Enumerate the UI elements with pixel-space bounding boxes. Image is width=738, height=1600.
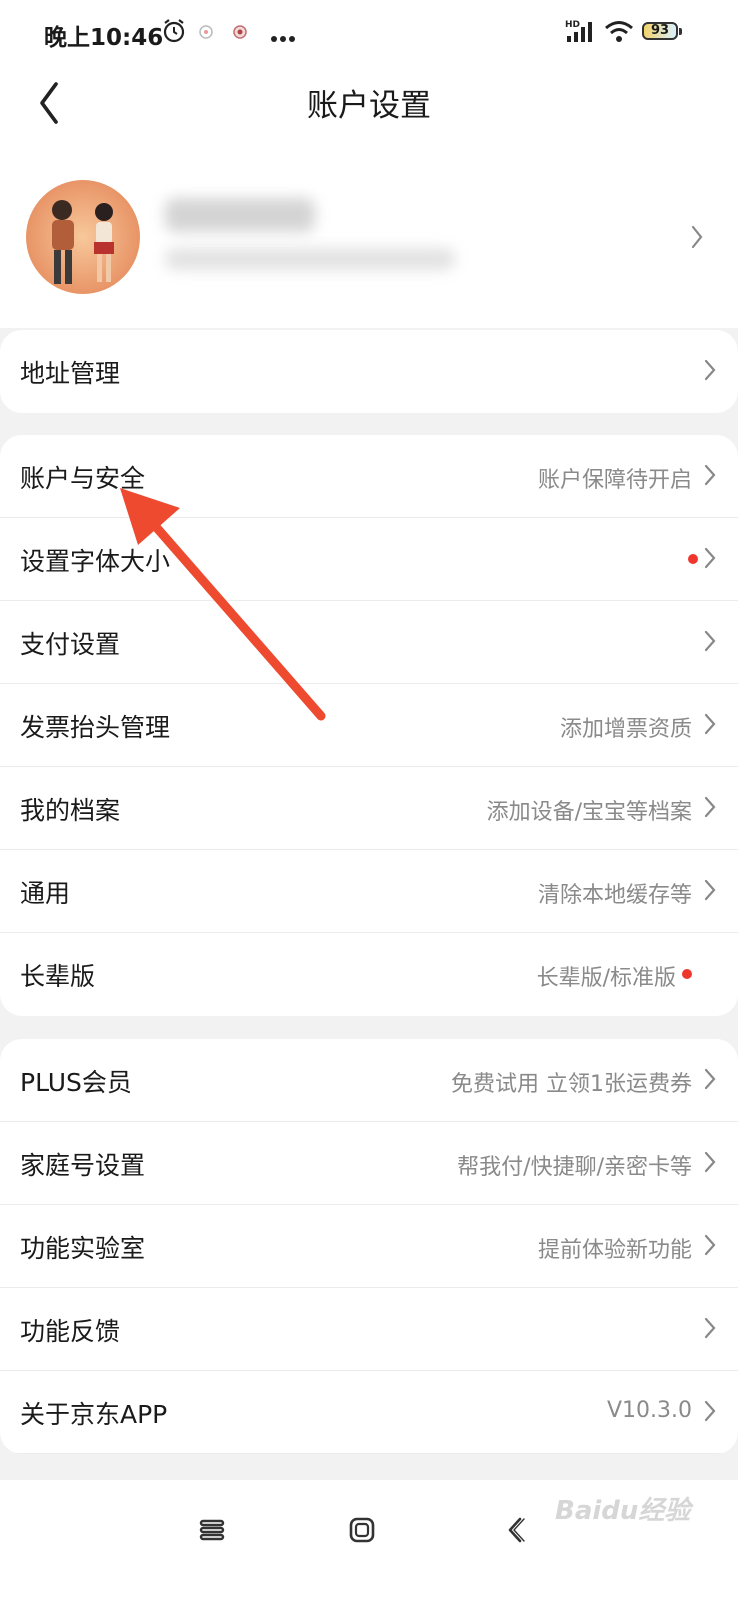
settings-group-1: 地址管理 — [0, 330, 738, 413]
row-value: 提前体验新功能 — [537, 1238, 692, 1263]
watermark: Baidu经验 — [555, 1496, 691, 1526]
blurred-username — [165, 198, 315, 232]
chevron-right-icon — [704, 712, 716, 736]
more-dots-icon — [270, 28, 296, 47]
chevron-right-icon — [704, 463, 716, 487]
chevron-right-icon — [704, 1067, 716, 1091]
chevron-right-icon — [704, 358, 716, 382]
avatar[interactable] — [26, 180, 140, 294]
battery-icon: 93 — [642, 22, 682, 40]
chevron-right-icon — [704, 1399, 716, 1423]
status-bar: 晚上10:46 HD 93 — [0, 0, 738, 66]
row-my-profile[interactable]: 我的档案 添加设备/宝宝等档案 — [0, 767, 738, 850]
profile-card[interactable] — [0, 156, 738, 328]
row-value: 添加增票资质 — [559, 717, 692, 742]
chevron-right-icon — [704, 1316, 716, 1340]
blurred-account-info — [165, 248, 455, 270]
row-label: 通用 — [20, 879, 71, 908]
row-family-account[interactable]: 家庭号设置 帮我付/快捷聊/亲密卡等 — [0, 1122, 738, 1205]
chevron-right-icon — [704, 1150, 716, 1174]
row-value: 长辈版/标准版 — [536, 966, 676, 991]
status-time: 晚上10:46 — [44, 25, 164, 51]
row-label: 功能反馈 — [20, 1317, 121, 1346]
row-feature-lab[interactable]: 功能实验室 提前体验新功能 — [0, 1205, 738, 1288]
notification-dot — [682, 969, 692, 979]
row-label: 功能实验室 — [20, 1234, 146, 1263]
row-invoice-title[interactable]: 发票抬头管理 添加增票资质 — [0, 684, 738, 767]
row-value: 免费试用 立领1张运费券 — [451, 1072, 692, 1097]
row-elder-version[interactable]: 长辈版 长辈版/标准版 — [0, 933, 738, 1016]
row-payment-settings[interactable]: 支付设置 — [0, 601, 738, 684]
hd-signal-icon: HD — [565, 18, 595, 48]
notification-dot — [688, 554, 698, 564]
row-value: V10.3.0 — [606, 1398, 692, 1423]
chevron-right-icon — [704, 629, 716, 653]
row-address-management[interactable]: 地址管理 — [0, 330, 738, 413]
app-notification-icon — [232, 24, 248, 44]
row-label: 支付设置 — [20, 630, 121, 659]
chevron-right-icon — [704, 795, 716, 819]
row-label: 账户与安全 — [20, 464, 146, 493]
page-title: 账户设置 — [307, 88, 431, 124]
back-icon[interactable] — [496, 1510, 536, 1550]
row-about-app[interactable]: 关于京东APP V10.3.0 — [0, 1371, 738, 1454]
row-label: 家庭号设置 — [20, 1151, 146, 1180]
settings-group-2: 账户与安全 账户保障待开启 设置字体大小 支付设置 发票抬头管理 添加增票资质 … — [0, 435, 738, 1016]
row-value: 添加设备/宝宝等档案 — [486, 800, 692, 825]
header: 账户设置 — [0, 66, 738, 156]
row-value: 账户保障待开启 — [537, 468, 692, 493]
settings-group-3: PLUS会员 免费试用 立领1张运费券 家庭号设置 帮我付/快捷聊/亲密卡等 功… — [0, 1039, 738, 1454]
row-label: 我的档案 — [20, 796, 121, 825]
row-label: 长辈版 — [20, 962, 96, 991]
app-notification-icon — [198, 24, 214, 44]
chevron-right-icon — [690, 224, 704, 250]
row-value: 清除本地缓存等 — [537, 883, 692, 908]
chevron-right-icon — [704, 1233, 716, 1257]
row-label: PLUS会员 — [20, 1068, 132, 1097]
row-label: 设置字体大小 — [20, 547, 171, 576]
row-value: 帮我付/快捷聊/亲密卡等 — [457, 1155, 692, 1180]
row-plus-member[interactable]: PLUS会员 免费试用 立领1张运费券 — [0, 1039, 738, 1122]
row-label: 关于京东APP — [20, 1400, 168, 1429]
row-label: 地址管理 — [20, 359, 121, 388]
row-font-size[interactable]: 设置字体大小 — [0, 518, 738, 601]
chevron-right-icon — [704, 878, 716, 902]
chevron-right-icon — [704, 546, 716, 570]
alarm-clock-icon — [162, 18, 186, 48]
menu-icon[interactable] — [192, 1510, 232, 1550]
row-account-security[interactable]: 账户与安全 账户保障待开启 — [0, 435, 738, 518]
svg-text:HD: HD — [565, 20, 580, 30]
row-feedback[interactable]: 功能反馈 — [0, 1288, 738, 1371]
row-label: 发票抬头管理 — [20, 713, 171, 742]
wifi-icon — [604, 20, 634, 48]
row-general[interactable]: 通用 清除本地缓存等 — [0, 850, 738, 933]
home-square-icon[interactable] — [342, 1510, 382, 1550]
